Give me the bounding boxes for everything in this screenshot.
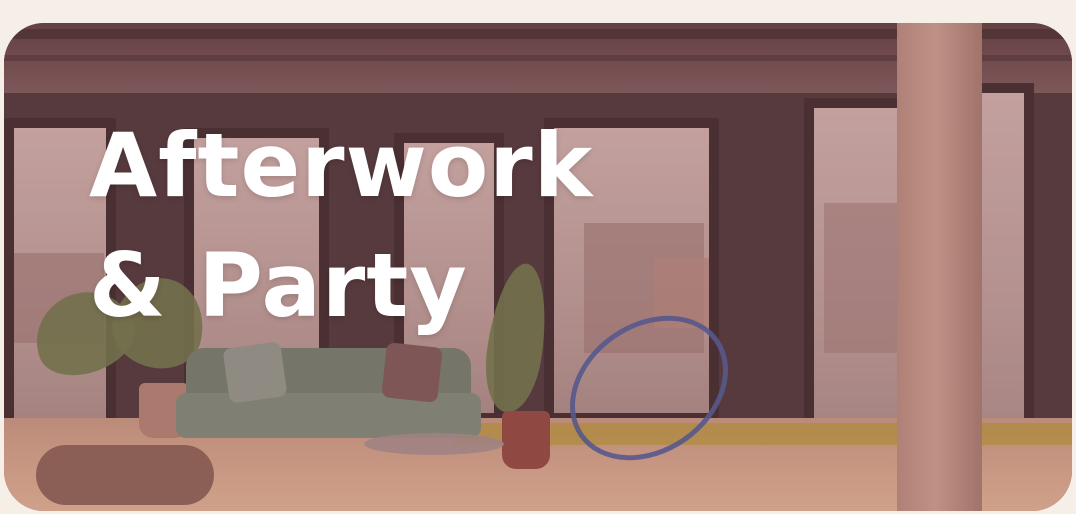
card-title-line-2: & Party bbox=[89, 234, 468, 337]
card-title: Afterwork & Party bbox=[89, 106, 593, 346]
card-title-line-1: Afterwork bbox=[89, 114, 594, 217]
event-category-card[interactable]: Afterwork & Party bbox=[4, 23, 1072, 511]
